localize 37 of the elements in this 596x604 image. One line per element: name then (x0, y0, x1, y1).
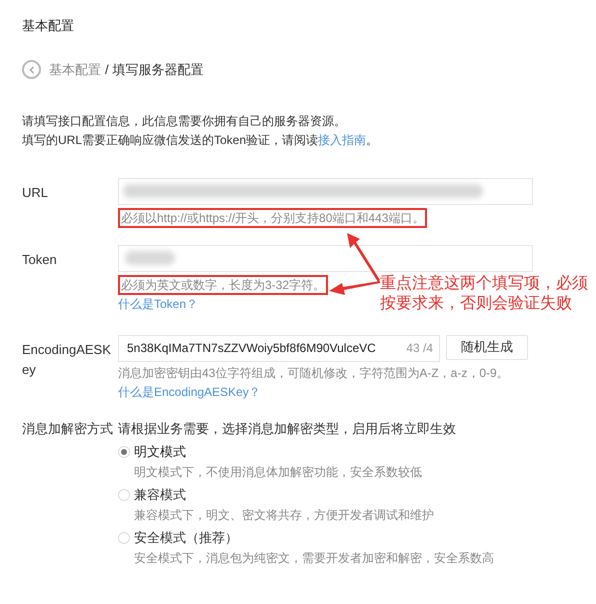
url-field[interactable] (118, 178, 533, 204)
intro-text: 填写的URL需要正确响应微信发送的Token验证，请阅读接入指南。 (22, 132, 380, 148)
field-value: 5n38KqIMa7TN7sZZVWoiy5bf8f6M90VulceVC (127, 340, 376, 357)
field-label: URL (22, 184, 50, 202)
character-counter: 43 /4 (406, 340, 433, 357)
intro-text: 请填写接口配置信息，此信息需要你拥有自己的服务器资源。 (22, 112, 347, 130)
annotation-text: 重点注意这两个填写项，必须 (380, 274, 588, 294)
option-label: 明文模式 (134, 442, 186, 460)
chevron-left-icon (28, 66, 36, 74)
option-label: 兼容模式 (134, 486, 186, 504)
annotation-text: 按要求来，否则会验证失败 (380, 294, 573, 314)
radio-button[interactable] (118, 488, 130, 500)
random-generate-button[interactable]: 随机生成 (446, 334, 528, 360)
option-label: 安全模式（推荐） (134, 528, 238, 546)
option-description: 兼容模式下，明文、密文将共存，方便开发者调试和维护 (133, 506, 435, 524)
hint-text: 必须以http://或https://开头，分别支持80端口和443端口。 (118, 208, 428, 228)
help-link[interactable]: 什么是Token？ (118, 294, 198, 312)
field-label: Token (22, 250, 58, 268)
hint-text: 必须为英文或数字，长度为3-32字符。 (118, 274, 328, 294)
radio-button[interactable] (118, 446, 130, 458)
hint-text: 消息加密密钥由43位字符组成，可随机修改，字符范围为A-Z，a-z，0-9。 (118, 364, 510, 382)
breadcrumb-current: 填写服务器配置 (112, 61, 204, 79)
breadcrumb-link[interactable]: 基本配置 (49, 60, 101, 80)
blurred-value (125, 251, 175, 265)
option-description: 安全模式下，消息包为纯密文，需要开发者加密和解密，安全系数高 (133, 550, 494, 566)
field-label: EncodingAESKey (22, 340, 112, 379)
field-label: 消息加解密方式 (22, 420, 114, 438)
token-field[interactable] (118, 244, 533, 272)
page-title: 基本配置 (22, 17, 75, 35)
guide-link[interactable]: 接入指南 (318, 132, 366, 146)
back-button[interactable] (22, 60, 41, 80)
radio-button[interactable] (118, 532, 130, 544)
aes-key-field[interactable]: 5n38KqIMa7TN7sZZVWoiy5bf8f6M90VulceVC 43 /4 (118, 334, 440, 362)
breadcrumb-separator: / (105, 61, 109, 79)
help-link[interactable]: 什么是EncodingAESKey？ (118, 382, 261, 400)
option-description: 明文模式下，不使用消息体加解密功能，安全系数较低 (133, 464, 423, 480)
section-description: 请根据业务需要，选择消息加解密类型，启用后将立即生效 (118, 420, 457, 438)
